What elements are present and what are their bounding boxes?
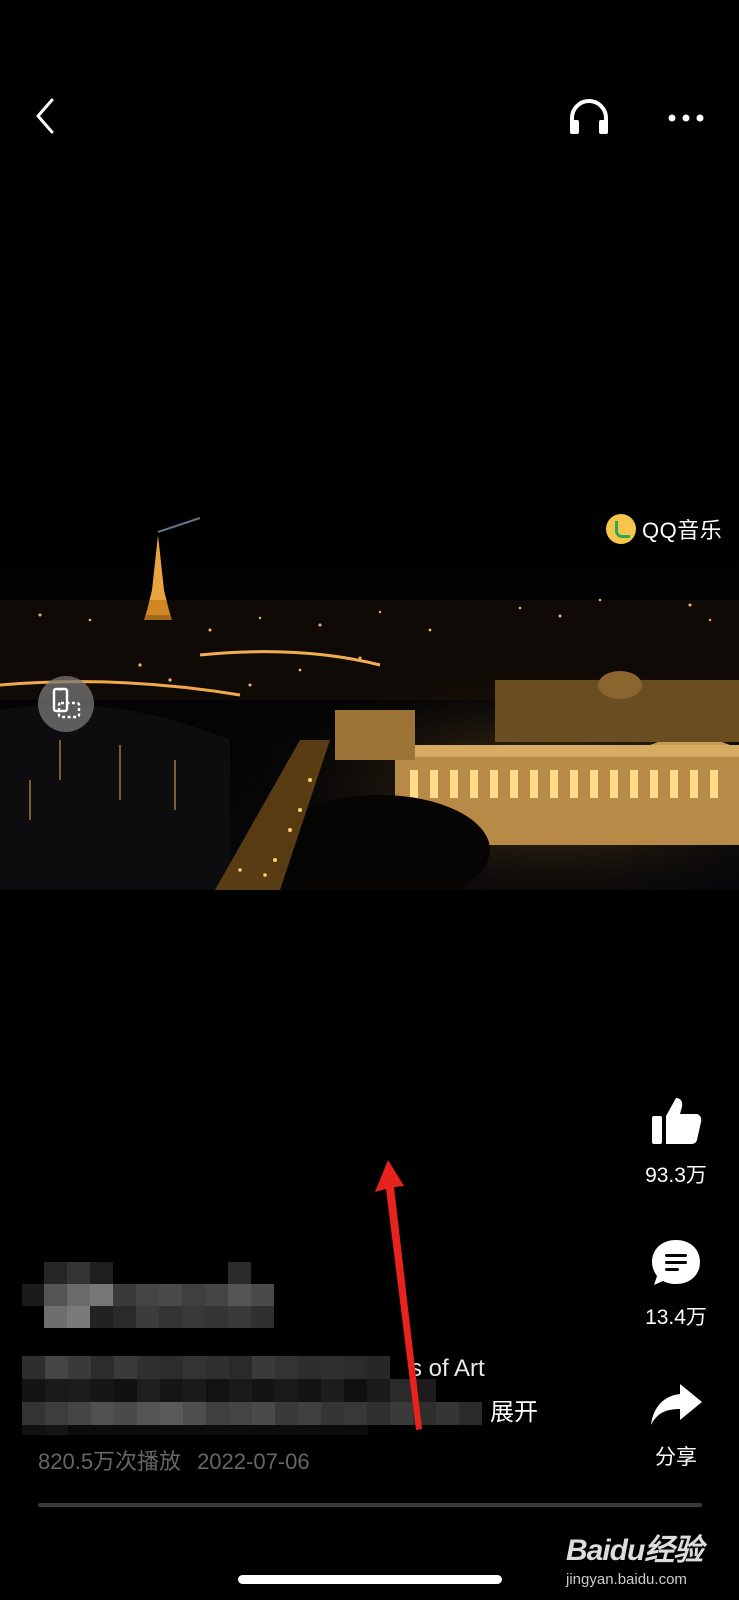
comment-count: 13.4万 [645, 1306, 707, 1329]
share-arrow-icon [651, 1384, 702, 1425]
chevron-left-icon [36, 98, 54, 134]
post-meta: 820.5万次播放 2022-07-06 [38, 1444, 310, 1476]
home-indicator[interactable] [238, 1575, 502, 1584]
author-info[interactable] [22, 1262, 312, 1336]
qq-music-badge: QQ音乐 [606, 512, 722, 546]
comment-bubble-icon [652, 1240, 700, 1285]
play-count: 820.5万次播放 [38, 1449, 182, 1474]
baidu-jingyan-watermark: Baidu经验 jingyan.baidu.com [566, 1525, 736, 1595]
watermark-url: jingyan.baidu.com [566, 1571, 687, 1588]
headphones-icon [570, 99, 608, 134]
post-date: 2022-07-06 [197, 1449, 310, 1474]
expand-description-button[interactable]: 展开 [490, 1392, 538, 1427]
annotation-arrow [375, 1160, 422, 1430]
like-button[interactable]: 93.3万 [622, 1092, 730, 1189]
back-button[interactable] [28, 92, 68, 140]
more-options-button[interactable] [664, 104, 708, 132]
ellipsis-icon [668, 114, 704, 122]
share-button[interactable]: 分享 [622, 1380, 730, 1471]
comment-button[interactable]: 13.4万 [622, 1236, 730, 1331]
watermark-brand: Baidu经验 [566, 1534, 703, 1567]
screen-rotate-button[interactable] [38, 676, 94, 732]
screen-rotate-icon [52, 687, 81, 719]
qq-music-logo-icon [606, 514, 636, 544]
listen-button[interactable] [566, 94, 612, 140]
author-mosaic [22, 1262, 274, 1328]
thumbs-up-icon [652, 1098, 702, 1144]
qq-music-label: QQ音乐 [642, 518, 723, 543]
share-label: 分享 [655, 1446, 697, 1469]
video-progress-bar[interactable] [38, 1503, 702, 1507]
like-count: 93.3万 [645, 1164, 707, 1187]
